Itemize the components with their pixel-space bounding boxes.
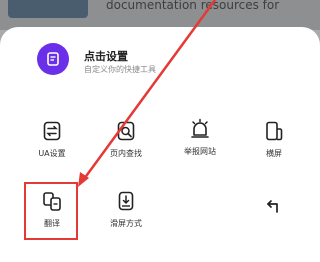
translate-highlight-box	[24, 182, 78, 240]
app-subtitle: 自定义你的快捷工具	[84, 65, 156, 74]
tool-find-in-page[interactable]: 页内查找	[104, 120, 148, 159]
find-in-page-icon	[117, 121, 135, 141]
background-headline: documentation resources for	[106, 0, 280, 12]
report-site-icon	[191, 118, 209, 138]
tool-swipe-mode[interactable]: 滑屏方式	[104, 190, 148, 229]
tool-label: 横屏	[266, 149, 282, 158]
app-logo[interactable]	[37, 43, 69, 75]
tool-label: UA设置	[38, 149, 66, 158]
tool-report-site[interactable]: 举报网站	[178, 118, 222, 157]
back-arrow-icon	[267, 200, 278, 213]
tool-landscape[interactable]: 横屏	[254, 120, 294, 159]
tool-label: 举报网站	[184, 147, 216, 156]
ua-settings-icon	[43, 121, 61, 141]
background-page: documentation resources for	[0, 0, 320, 30]
landscape-icon	[266, 121, 283, 141]
tool-label: 滑屏方式	[110, 219, 142, 228]
app-title[interactable]: 点击设置	[84, 48, 128, 64]
background-thumbnail	[8, 0, 88, 18]
tool-back[interactable]	[258, 196, 288, 224]
tool-ua-settings[interactable]: UA设置	[30, 120, 74, 159]
app-logo-icon	[47, 52, 59, 66]
tool-label: 页内查找	[110, 149, 142, 158]
swipe-mode-icon	[118, 191, 134, 211]
